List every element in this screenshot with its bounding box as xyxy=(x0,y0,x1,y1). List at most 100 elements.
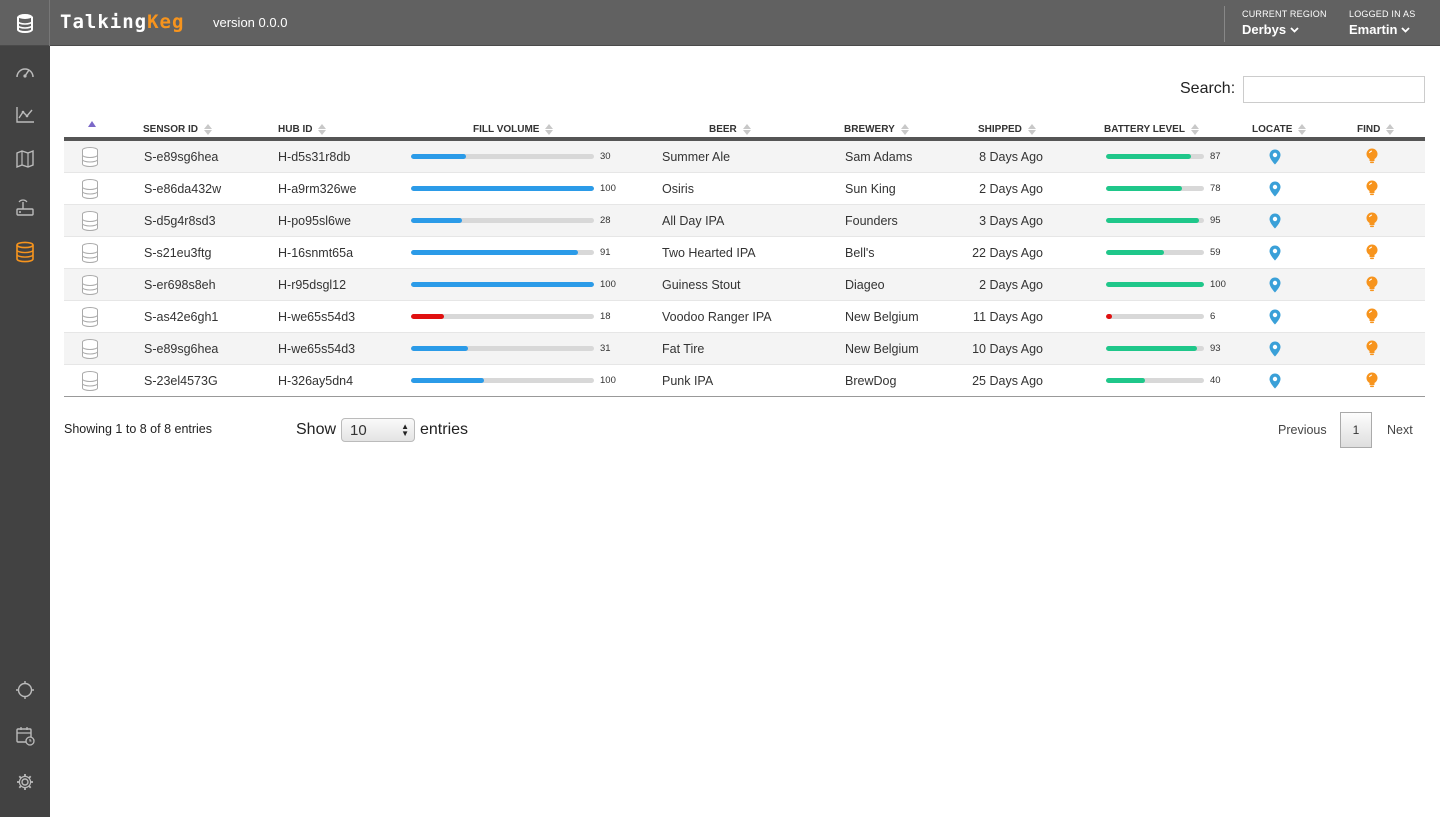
battery-level-value: 87 xyxy=(1210,151,1221,162)
sidebar-item-kegs[interactable] xyxy=(0,232,50,272)
fill-volume-value: 100 xyxy=(600,279,616,290)
col-header-locate[interactable]: LOCATE xyxy=(1252,124,1307,135)
col-header-label: LOCATE xyxy=(1252,124,1293,135)
shipped-time: 2 Days Ago xyxy=(979,278,1043,292)
shipped-time: 10 Days Ago xyxy=(972,342,1043,356)
col-header-label: HUB ID xyxy=(278,124,313,135)
search-input[interactable] xyxy=(1243,76,1425,103)
sort-ascending-icon[interactable] xyxy=(88,121,96,127)
fill-volume-bar xyxy=(411,250,594,255)
battery-level-value: 59 xyxy=(1210,247,1221,258)
page-1-button[interactable]: 1 xyxy=(1340,412,1372,448)
shipped-time: 2 Days Ago xyxy=(979,182,1043,196)
page-size-select[interactable]: 10 ▲ ▼ xyxy=(341,418,415,442)
fill-volume-value: 28 xyxy=(600,215,611,226)
user-menu[interactable]: LOGGED IN AS Emartin xyxy=(1349,9,1415,37)
find-bulb-icon[interactable] xyxy=(1366,372,1378,392)
map-icon xyxy=(16,149,34,169)
line-chart-icon xyxy=(16,107,34,123)
find-bulb-icon[interactable] xyxy=(1366,276,1378,296)
table-row[interactable]: S-er698s8eh H-r95dsgl12 100 Guiness Stout Di… xyxy=(64,269,1425,301)
battery-level-bar xyxy=(1106,186,1204,191)
table-header: SENSOR ID HUB ID FILL VOLUME BEER BREWER… xyxy=(64,112,1425,141)
fill-volume-bar xyxy=(411,346,594,351)
locate-pin-icon[interactable] xyxy=(1269,213,1281,232)
previous-page-button[interactable]: Previous xyxy=(1278,423,1327,437)
col-header-beer[interactable]: BEER xyxy=(709,124,751,135)
locate-pin-icon[interactable] xyxy=(1269,309,1281,328)
table-row[interactable]: S-e89sg6hea H-d5s31r8db 30 Summer Ale Sam Ad… xyxy=(64,141,1425,173)
app-logo-icon[interactable] xyxy=(0,0,50,46)
entries-label: entries xyxy=(420,421,469,438)
keg-icon xyxy=(81,338,99,363)
col-header-brewery[interactable]: BREWERY xyxy=(844,124,909,135)
sidebar xyxy=(0,46,50,817)
user-dropdown[interactable]: Emartin xyxy=(1349,22,1415,37)
battery-level-bar-fill xyxy=(1106,378,1146,383)
find-bulb-icon[interactable] xyxy=(1366,212,1378,232)
col-header-hub-id[interactable]: HUB ID xyxy=(278,124,327,135)
router-icon xyxy=(16,199,34,216)
fill-volume-value: 91 xyxy=(600,247,611,258)
table-row[interactable]: S-s21eu3ftg H-16snmt65a 91 Two Hearted IPA B… xyxy=(64,237,1425,269)
fill-volume-bar-fill xyxy=(411,378,485,383)
col-header-label: FILL VOLUME xyxy=(473,124,540,135)
shipped-time: 11 Days Ago xyxy=(973,310,1043,324)
region-selector[interactable]: CURRENT REGION Derbys xyxy=(1242,9,1327,37)
brewery-name: Sun King xyxy=(845,182,896,196)
col-header-find[interactable]: FIND xyxy=(1357,124,1395,135)
shipped-time: 22 Days Ago xyxy=(972,246,1043,260)
col-header-fill-volume[interactable]: FILL VOLUME xyxy=(473,124,554,135)
hub-id: H-po95sl6we xyxy=(278,214,351,228)
next-page-button[interactable]: Next xyxy=(1387,423,1413,437)
find-bulb-icon[interactable] xyxy=(1366,244,1378,264)
show-label: Show xyxy=(296,421,337,438)
brewery-name: BrewDog xyxy=(845,374,897,388)
find-bulb-icon[interactable] xyxy=(1366,340,1378,360)
col-header-sensor-id[interactable]: SENSOR ID xyxy=(143,124,213,135)
locate-pin-icon[interactable] xyxy=(1269,341,1281,360)
hub-id: H-a9rm326we xyxy=(278,182,357,196)
table-row[interactable]: S-as42e6gh1 H-we65s54d3 18 Voodoo Ranger IP… xyxy=(64,301,1425,333)
locate-pin-icon[interactable] xyxy=(1269,245,1281,264)
sidebar-item-hubs[interactable] xyxy=(0,187,50,227)
col-header-label: FIND xyxy=(1357,124,1381,135)
sidebar-item-settings[interactable] xyxy=(0,762,50,802)
brand-wordmark[interactable]: TalkingKeg xyxy=(60,11,184,33)
locate-pin-icon[interactable] xyxy=(1269,373,1281,392)
col-header-shipped[interactable]: SHIPPED xyxy=(978,124,1036,135)
fill-volume-value: 31 xyxy=(600,343,611,354)
find-bulb-icon[interactable] xyxy=(1366,148,1378,168)
locate-pin-icon[interactable] xyxy=(1269,277,1281,296)
table-row[interactable]: S-e89sg6hea H-we65s54d3 31 Fat Tire New Belg… xyxy=(64,333,1425,365)
fill-volume-bar-fill xyxy=(411,186,594,191)
sensor-id: S-23el4573G xyxy=(144,374,218,388)
sidebar-item-dashboard[interactable] xyxy=(0,52,50,92)
beer-name: Fat Tire xyxy=(662,342,705,356)
locate-pin-icon[interactable] xyxy=(1269,149,1281,168)
table-row[interactable]: S-e86da432w H-a9rm326we 100 Osiris Sun King 2… xyxy=(64,173,1425,205)
table-row[interactable]: S-23el4573G H-326ay5dn4 100 Punk IPA BrewDog… xyxy=(64,365,1425,397)
sidebar-item-map[interactable] xyxy=(0,139,50,179)
sensor-id: S-e89sg6hea xyxy=(144,342,219,356)
find-bulb-icon[interactable] xyxy=(1366,180,1378,200)
sort-icon xyxy=(1386,124,1395,135)
fill-volume-value: 30 xyxy=(600,151,611,162)
sidebar-item-schedule[interactable] xyxy=(0,716,50,756)
locate-pin-icon[interactable] xyxy=(1269,181,1281,200)
sidebar-item-analytics[interactable] xyxy=(0,95,50,135)
find-bulb-icon[interactable] xyxy=(1366,308,1378,328)
user-name: Emartin xyxy=(1349,22,1398,37)
region-dropdown[interactable]: Derbys xyxy=(1242,22,1327,37)
hub-id: H-we65s54d3 xyxy=(278,310,356,324)
battery-level-bar-fill xyxy=(1106,154,1192,159)
fill-volume-value: 100 xyxy=(600,183,616,194)
sensor-id: S-e89sg6hea xyxy=(144,150,219,164)
col-header-battery-level[interactable]: BATTERY LEVEL xyxy=(1104,124,1199,135)
col-header-label: BREWERY xyxy=(844,124,895,135)
sort-icon xyxy=(1027,124,1036,135)
sensor-id: S-as42e6gh1 xyxy=(144,310,219,324)
keg-icon xyxy=(81,370,99,395)
sidebar-item-support[interactable] xyxy=(0,670,50,710)
table-row[interactable]: S-d5g4r8sd3 H-po95sl6we 28 All Day IPA Found… xyxy=(64,205,1425,237)
